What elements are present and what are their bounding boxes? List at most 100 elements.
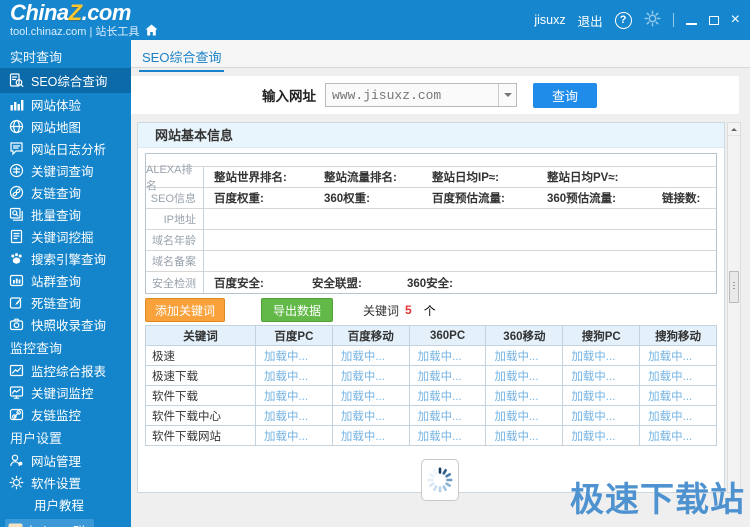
url-input[interactable] xyxy=(326,84,516,106)
settings-gear-icon[interactable] xyxy=(644,10,661,30)
loading-link[interactable]: 加载中... xyxy=(255,405,333,426)
tab-seo-query[interactable]: SEO综合查询 xyxy=(139,45,225,72)
loading-link[interactable]: 加载中... xyxy=(408,425,487,446)
loading-link[interactable]: 加载中... xyxy=(331,425,410,446)
loading-link[interactable]: 加载中... xyxy=(331,345,410,366)
loading-link[interactable]: 加载中... xyxy=(255,385,333,406)
loading-spinner-icon xyxy=(427,467,453,493)
loading-link[interactable]: 加载中... xyxy=(331,385,410,406)
sidebar-item-keyword-monitor[interactable]: 关键词监控 xyxy=(0,381,131,403)
keyword-cell: 软件下载网站 xyxy=(145,425,256,446)
info-row-domain-record: 域名备案 xyxy=(146,251,716,272)
loading-link[interactable]: 加载中... xyxy=(639,365,717,386)
globe-icon xyxy=(9,119,24,133)
sidebar-item-monitor-report[interactable]: 监控综合报表 xyxy=(0,359,131,381)
doc-search-icon xyxy=(9,73,24,87)
info-row-security: 安全检测 百度安全: 安全联盟: 360安全: xyxy=(146,272,716,293)
url-dropdown-arrow-icon[interactable] xyxy=(498,84,516,106)
sidebar-section-realtime: 实时查询 xyxy=(10,49,63,65)
sidebar-item-keyword-query[interactable]: 关键词查询 xyxy=(0,159,131,181)
keyword-cell: 软件下载 xyxy=(145,385,256,406)
sidebar-item-log-analysis[interactable]: 网站日志分析 xyxy=(0,137,131,159)
sidebar-item-snapshot-query[interactable]: 快照收录查询 xyxy=(0,313,131,335)
scrollbar-thumb[interactable] xyxy=(729,271,739,303)
keyword-count-label: 关键词 xyxy=(363,303,400,318)
logo-z-mark: Z xyxy=(68,0,82,25)
url-input-label: 输入网址 xyxy=(262,89,316,104)
add-keyword-button[interactable]: 添加关键词 xyxy=(145,298,226,322)
query-button[interactable]: 查询 xyxy=(533,82,597,108)
sidebar-section-user-settings: 用户设置 xyxy=(10,430,63,446)
loading-link[interactable]: 加载中... xyxy=(255,425,333,446)
maximize-button[interactable] xyxy=(708,15,719,25)
loading-link[interactable]: 加载中... xyxy=(255,345,333,366)
table-row: 软件下载中心 加载中... 加载中... 加载中... 加载中... 加载中..… xyxy=(145,405,717,426)
logout-button[interactable]: 退出 xyxy=(578,11,603,30)
home-icon[interactable] xyxy=(145,24,158,40)
sidebar-item-batch-query[interactable]: 批量查询 xyxy=(0,203,131,225)
loading-link[interactable]: 加载中... xyxy=(562,365,641,386)
loading-link[interactable]: 加载中... xyxy=(562,345,641,366)
loading-link[interactable]: 加载中... xyxy=(408,405,487,426)
loading-link[interactable]: 加载中... xyxy=(408,385,487,406)
sidebar-item-friendlink-monitor[interactable]: 友链监控 xyxy=(0,403,131,425)
batch-copy-icon xyxy=(9,207,23,221)
loading-link[interactable]: 加载中... xyxy=(562,405,641,426)
loading-link[interactable]: 加载中... xyxy=(639,425,717,446)
sidebar-item-search-engine-query[interactable]: 搜索引擎查询 xyxy=(0,247,131,269)
paw-icon xyxy=(11,252,22,264)
join-qq-group-button[interactable]: 加入QQ群 xyxy=(5,519,94,527)
info-row-empty xyxy=(146,154,716,167)
scroll-up-button[interactable] xyxy=(728,123,740,136)
minimize-button[interactable] xyxy=(685,23,697,25)
loading-link[interactable]: 加载中... xyxy=(485,425,564,446)
gear-icon xyxy=(9,475,24,489)
user-icon xyxy=(10,454,23,466)
loading-link[interactable]: 加载中... xyxy=(562,385,641,406)
logo[interactable]: ChinaZ.com tool.chinaz.com | 站长工具 xyxy=(10,2,158,40)
sidebar-item-site-management[interactable]: 网站管理 xyxy=(0,449,131,471)
link-circle-icon xyxy=(9,185,24,199)
keyword-cell: 极速下载 xyxy=(145,365,256,386)
keyword-count-unit: 个 xyxy=(423,303,436,318)
sidebar-item-sitemap[interactable]: 网站地图 xyxy=(0,115,131,137)
sidebar-item-keyword-mining[interactable]: 关键词挖掘 xyxy=(0,225,131,247)
loading-link[interactable]: 加载中... xyxy=(639,345,717,366)
loading-link[interactable]: 加载中... xyxy=(331,405,410,426)
loading-link[interactable]: 加载中... xyxy=(331,365,410,386)
export-data-button[interactable]: 导出数据 xyxy=(261,298,334,322)
edit-link-icon xyxy=(9,295,23,309)
sidebar-item-friendlink-query[interactable]: 友链查询 xyxy=(0,181,131,203)
sidebar-item-site-experience[interactable]: 网站体验 xyxy=(0,93,131,115)
loading-link[interactable]: 加载中... xyxy=(485,385,564,406)
loading-link[interactable]: 加载中... xyxy=(408,345,487,366)
link-square-icon xyxy=(9,408,24,420)
chat-log-icon xyxy=(10,141,23,155)
sidebar-item-software-settings[interactable]: 软件设置 xyxy=(0,471,131,493)
sidebar-section-monitor: 监控查询 xyxy=(10,340,63,356)
loading-link[interactable]: 加载中... xyxy=(485,345,564,366)
line-chart-icon xyxy=(9,364,24,376)
column-header-360-mobile: 360移动 xyxy=(485,325,564,346)
site-group-icon xyxy=(9,274,24,286)
search-row: 输入网址 查询 xyxy=(120,76,739,114)
close-button[interactable]: × xyxy=(731,12,740,28)
loading-link[interactable]: 加载中... xyxy=(485,405,564,426)
loading-link[interactable]: 加载中... xyxy=(485,365,564,386)
sidebar-item-seo-query[interactable]: SEO综合查询 xyxy=(0,68,131,93)
sidebar-item-site-group-query[interactable]: 站群查询 xyxy=(0,269,131,291)
main-area: SEO综合查询 输入网址 查询 网站基本信息 ALEXA排名 整站世界排名: 整… xyxy=(120,40,750,527)
sidebar-item-deadlink-query[interactable]: 死链查询 xyxy=(0,291,131,313)
loading-link[interactable]: 加载中... xyxy=(639,385,717,406)
column-header-baidu-mobile: 百度移动 xyxy=(331,325,410,346)
loading-link[interactable]: 加载中... xyxy=(408,365,487,386)
watermark: 极速下载站 xyxy=(570,481,745,519)
sidebar-item-user-tutorial[interactable]: 用户教程 xyxy=(0,493,131,515)
table-row: 极速下载 加载中... 加载中... 加载中... 加载中... 加载中... … xyxy=(145,365,717,386)
loading-link[interactable]: 加载中... xyxy=(562,425,641,446)
loading-link[interactable]: 加载中... xyxy=(255,365,333,386)
logo-text: ChinaZ.com xyxy=(10,0,131,25)
loading-link[interactable]: 加载中... xyxy=(639,405,717,426)
username-label[interactable]: jisuxz xyxy=(534,13,565,27)
help-icon[interactable]: ? xyxy=(614,11,632,29)
